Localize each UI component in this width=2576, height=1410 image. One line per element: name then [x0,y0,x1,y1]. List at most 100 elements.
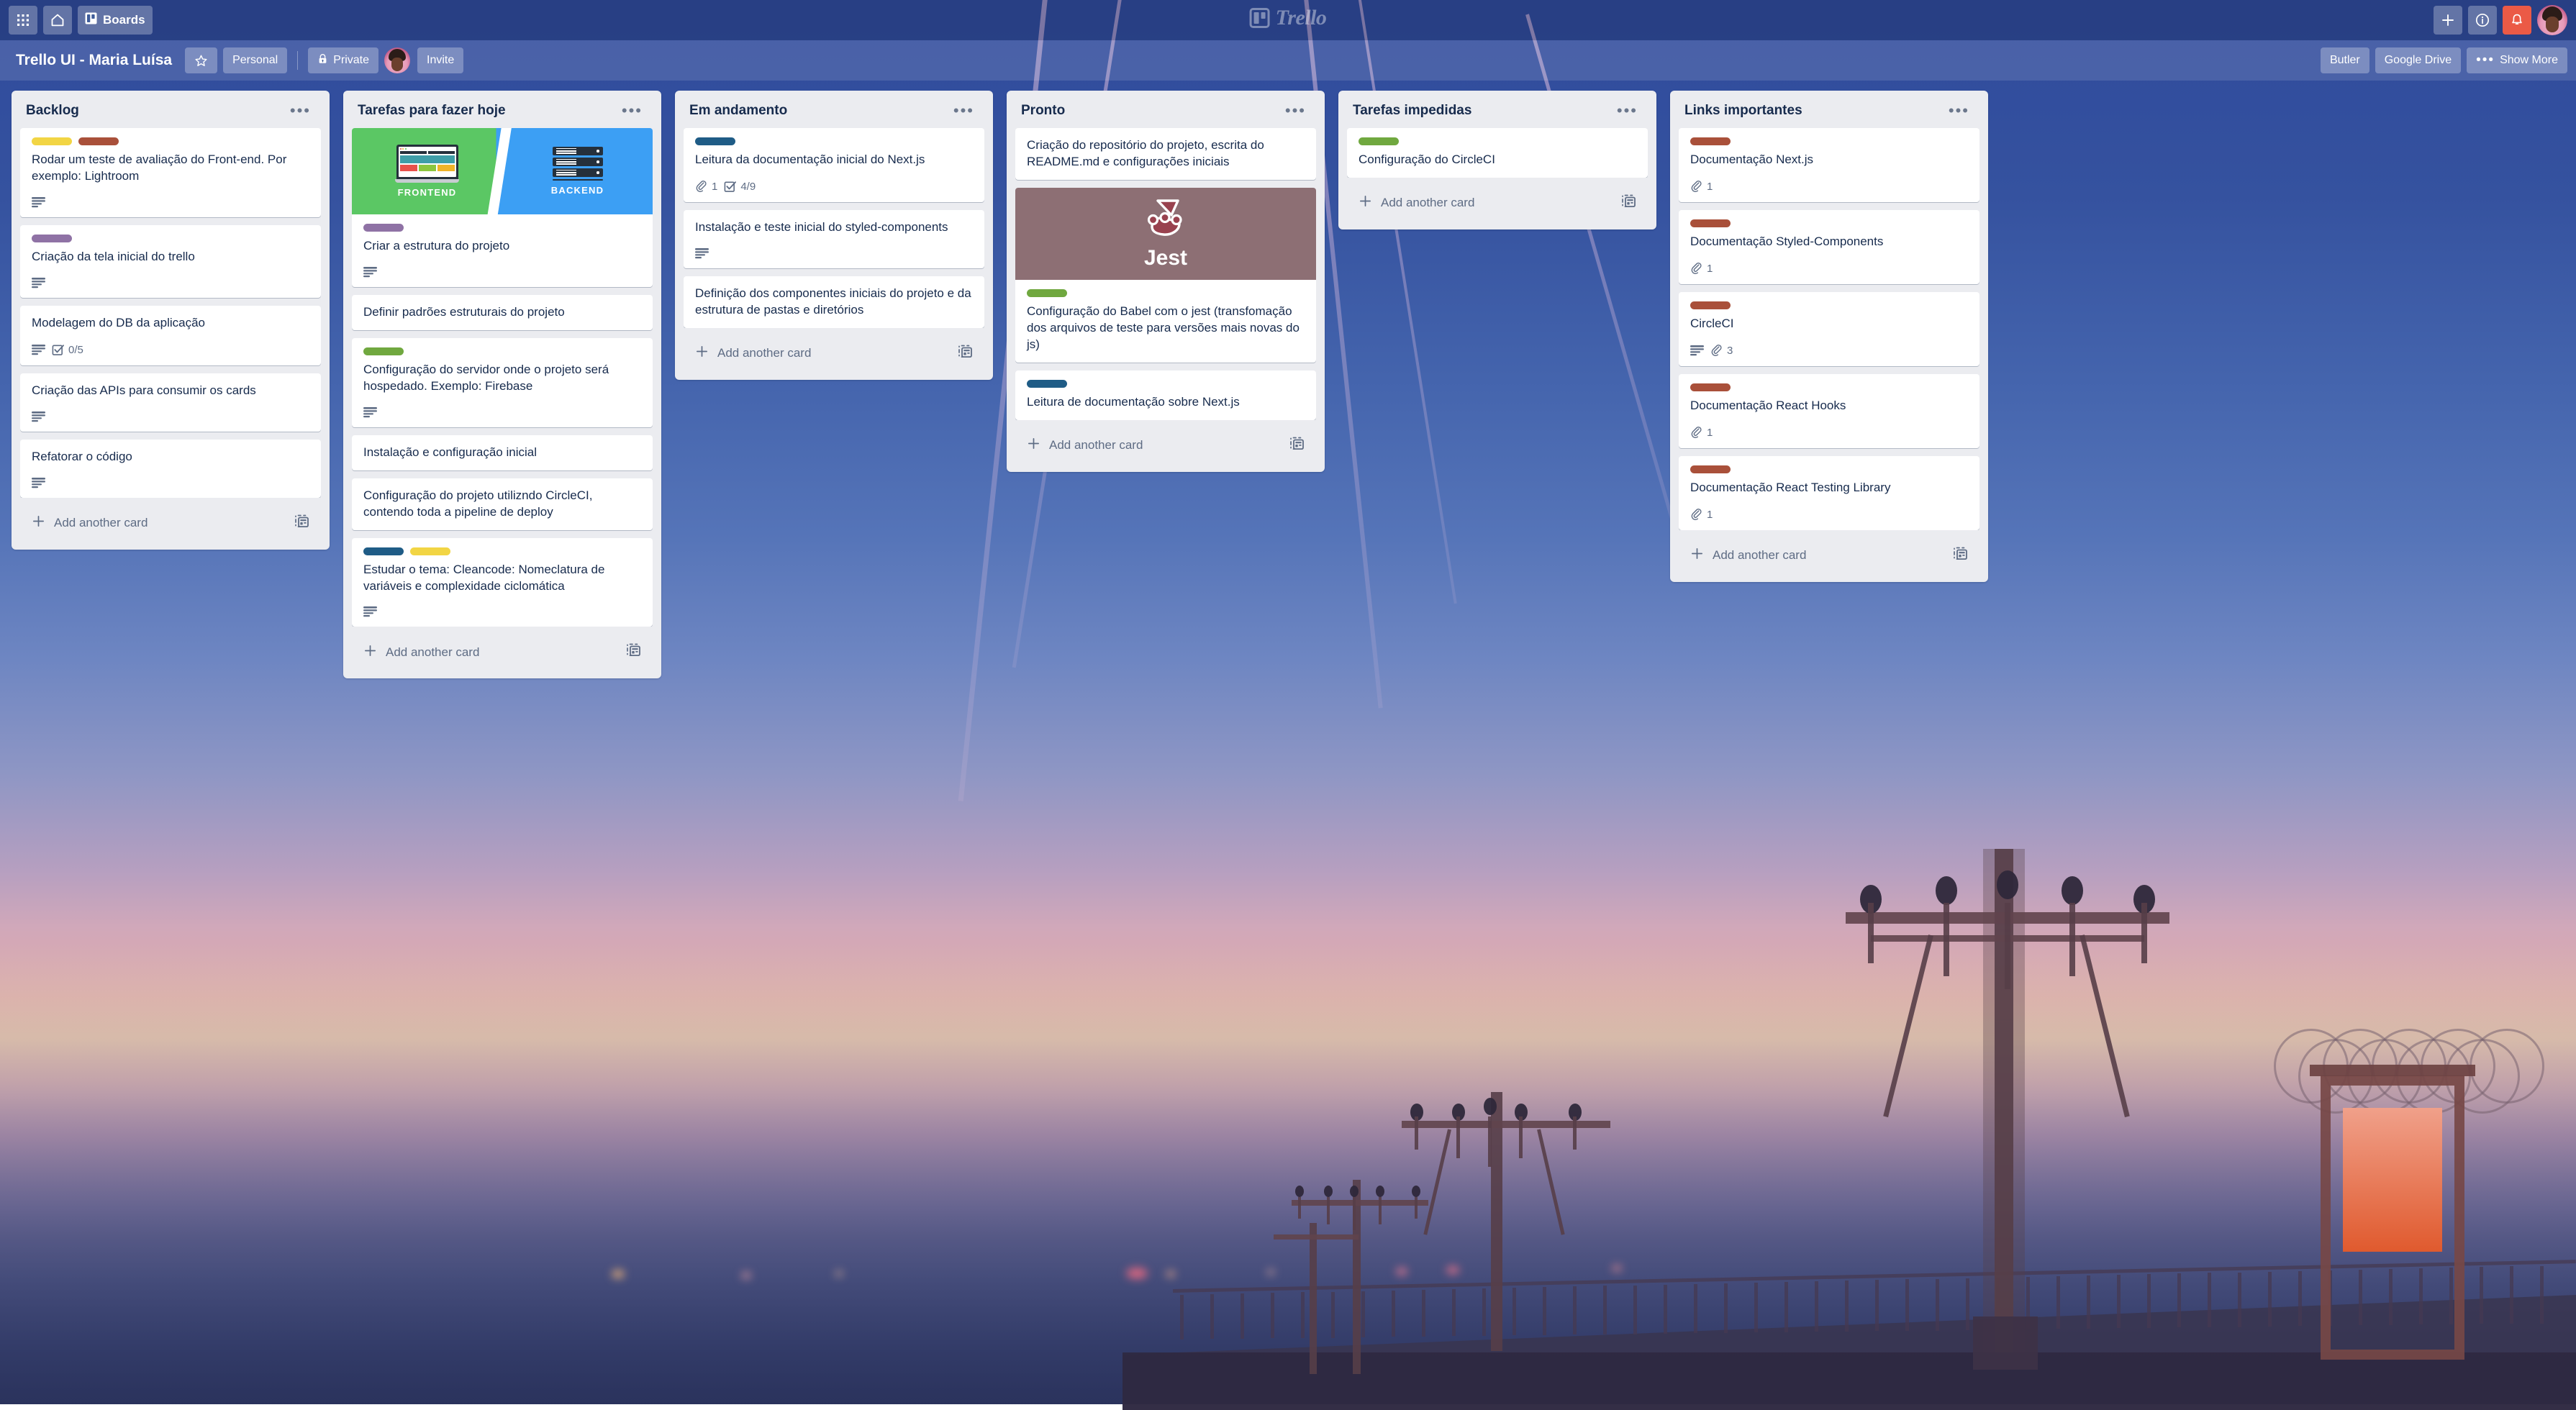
board-card[interactable]: Documentação Styled-Components1 [1679,210,1979,284]
card-label-yellow[interactable] [410,547,450,555]
board-card[interactable]: Documentação Next.js1 [1679,128,1979,202]
card-label-purple[interactable] [32,235,72,242]
card-title: Modelagem do DB da aplicação [32,315,311,332]
info-icon[interactable] [2468,6,2497,35]
card-badges: 0/5 [32,344,311,356]
home-icon[interactable] [43,6,72,35]
board-card[interactable]: Modelagem do DB da aplicação 0/5 [20,306,321,365]
invite-button[interactable]: Invite [417,47,463,73]
add-another-card-button[interactable]: Add another card [20,504,321,542]
card-template-icon[interactable] [1621,194,1636,212]
bell-icon[interactable] [2503,6,2531,35]
card-label-brown[interactable] [1690,465,1731,473]
card-labels [363,224,643,232]
plus-icon[interactable] [2434,6,2462,35]
add-another-card-button[interactable]: Add another card [1015,427,1316,465]
visibility-button[interactable]: Private [308,47,378,73]
list-title[interactable]: Tarefas impedidas [1353,103,1471,119]
attachment-badge: 1 [1690,263,1713,275]
board-card[interactable]: Criação do repositório do projeto, escri… [1015,128,1316,180]
board-card[interactable]: Configuração do CircleCI [1347,128,1648,178]
board-lists-container: Backlog ••• Rodar um teste de avaliação do… [0,81,2576,1404]
show-more-button[interactable]: ••• Show More [2467,47,2567,73]
user-avatar[interactable] [2537,5,2567,35]
board-card[interactable]: Instalação e configuração inicial [352,435,653,470]
board-card[interactable]: Definição dos componentes iniciais do pr… [684,276,984,328]
card-label-purple[interactable] [363,224,404,232]
list-title[interactable]: Pronto [1021,103,1065,119]
add-another-card-button[interactable]: Add another card [684,335,984,373]
server-icon [553,147,603,181]
list-title[interactable]: Links importantes [1684,103,1802,119]
star-icon[interactable] [185,47,217,73]
card-template-icon[interactable] [958,345,973,363]
list-title[interactable]: Em andamento [689,103,787,119]
board-card[interactable]: Refatorar o código [20,440,321,498]
board-card[interactable]: Criação da tela inicial do trello [20,225,321,298]
board-list: Tarefas para fazer hoje ••• FRONTENDBACKEN… [343,91,661,678]
card-label-brown[interactable] [1690,219,1731,227]
card-title: Definição dos componentes iniciais do pr… [695,286,974,319]
list-title[interactable]: Backlog [26,103,79,119]
card-label-navy[interactable] [695,137,735,145]
card-template-icon[interactable] [626,643,641,661]
card-label-green[interactable] [1359,137,1399,145]
google-drive-button[interactable]: Google Drive [2375,47,2461,73]
description-badge [32,278,45,288]
card-title: Instalação e teste inicial do styled-com… [695,219,974,236]
list-menu-icon[interactable]: ••• [1281,106,1310,116]
card-label-green[interactable] [1027,289,1067,297]
card-badges: 14/9 [695,181,974,193]
apps-grid-icon[interactable] [9,6,37,35]
team-button[interactable]: Personal [223,47,287,73]
board-card[interactable]: Configuração do projeto utilizndo Circle… [352,478,653,530]
board-title[interactable]: Trello UI - Maria Luísa [9,52,179,69]
card-labels [363,547,643,555]
card-label-navy[interactable] [1027,380,1067,388]
card-label-brown[interactable] [1690,301,1731,309]
card-title: Documentação Next.js [1690,152,1969,168]
board-card[interactable]: Instalação e teste inicial do styled-com… [684,210,984,268]
card-label-brown[interactable] [1690,137,1731,145]
card-title: Criação do repositório do projeto, escri… [1027,137,1306,170]
list-title[interactable]: Tarefas para fazer hoje [358,103,506,119]
card-template-icon[interactable] [1953,547,1968,565]
board-card[interactable]: CircleCI3 [1679,292,1979,366]
board-card[interactable]: Configuração do servidor onde o projeto … [352,338,653,427]
list-header: Pronto ••• [1007,91,1325,128]
board-card[interactable]: Estudar o tema: Cleancode: Nomeclatura d… [352,538,653,627]
board-card[interactable]: Documentação React Hooks1 [1679,374,1979,448]
add-another-card-button[interactable]: Add another card [1347,184,1648,222]
list-menu-icon[interactable]: ••• [286,106,315,116]
board-list: Pronto ••• Criação do repositório do proje… [1007,91,1325,472]
board-card[interactable]: Documentação React Testing Library1 [1679,456,1979,530]
add-another-card-button[interactable]: Add another card [1679,537,1979,575]
list-menu-icon[interactable]: ••• [1944,106,1974,116]
card-cover-frontend-backend: FRONTENDBACKEND [352,128,653,214]
card-title: Configuração do Babel com o jest (transf… [1027,304,1306,353]
card-labels [1690,383,1969,391]
butler-button[interactable]: Butler [2321,47,2369,73]
card-label-green[interactable] [363,347,404,355]
list-menu-icon[interactable]: ••• [1613,106,1642,116]
card-label-navy[interactable] [363,547,404,555]
board-card[interactable]: Definir padrões estruturais do projeto [352,295,653,330]
board-card[interactable]: JestConfiguração do Babel com o jest (tr… [1015,188,1316,363]
list-menu-icon[interactable]: ••• [617,106,647,116]
board-member-avatar[interactable] [384,47,410,73]
board-card[interactable]: Leitura da documentação inicial do Next.… [684,128,984,202]
boards-button[interactable]: Boards [78,6,153,35]
card-label-brown[interactable] [78,137,119,145]
plus-icon [363,644,377,661]
board-card[interactable]: Leitura de documentação sobre Next.js [1015,370,1316,420]
add-another-card-button[interactable]: Add another card [352,633,653,671]
board-card[interactable]: Rodar um teste de avaliação do Front-end… [20,128,321,217]
board-card[interactable]: Criação das APIs para consumir os cards [20,373,321,432]
list-menu-icon[interactable]: ••• [949,106,979,116]
card-badges: 1 [1690,427,1969,439]
card-template-icon[interactable] [294,514,309,532]
board-card[interactable]: FRONTENDBACKENDCriar a estrutura do proj… [352,128,653,287]
card-label-yellow[interactable] [32,137,72,145]
card-label-brown[interactable] [1690,383,1731,391]
card-template-icon[interactable] [1289,437,1305,455]
